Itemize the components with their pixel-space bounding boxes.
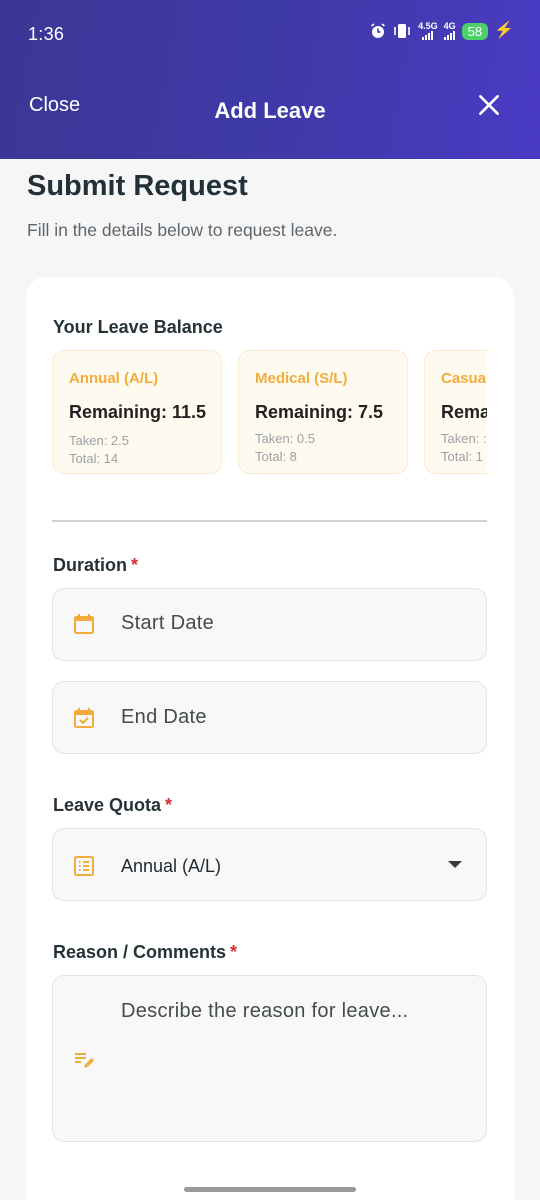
end-date-placeholder: End Date	[121, 706, 207, 728]
status-icons: 4.5G 4G 58 ⚡	[370, 22, 514, 40]
duration-label: Duration *	[53, 555, 138, 576]
close-icon[interactable]	[476, 92, 502, 118]
balance-card-medical[interactable]: Medical (S/L) Remaining: 7.5 Taken: 0.5 …	[238, 350, 408, 474]
leave-quota-value: Annual (A/L)	[121, 856, 222, 876]
balance-type: Annual (A/L)	[69, 370, 159, 387]
network-type-1: 4.5G	[418, 21, 438, 31]
balance-taken: Taken: 0.5	[255, 431, 315, 446]
leave-quota-label: Leave Quota *	[53, 795, 172, 816]
balance-card-annual[interactable]: Annual (A/L) Remaining: 11.5 Taken: 2.5 …	[52, 350, 222, 474]
start-date-placeholder: Start Date	[121, 612, 215, 634]
start-date-field[interactable]: Start Date	[52, 588, 487, 661]
end-date-field[interactable]: End Date	[52, 681, 487, 754]
required-marker: *	[165, 795, 173, 815]
signal-icon: 4.5G	[418, 22, 438, 40]
balance-card-casual[interactable]: Casua Rema Taken: : Total: 1	[424, 350, 487, 474]
required-marker: *	[230, 942, 238, 962]
network-type-2: 4G	[443, 21, 456, 31]
leave-balance-carousel[interactable]: Annual (A/L) Remaining: 11.5 Taken: 2.5 …	[52, 350, 487, 490]
reason-placeholder: Describe the reason for leave...	[121, 1000, 409, 1022]
dropdown-arrow-icon	[448, 861, 462, 868]
balance-remaining: Remaining: 7.5	[255, 402, 384, 422]
balance-total: Total: 14	[69, 451, 119, 466]
page-header-title: Add Leave	[214, 98, 326, 123]
duration-label-text: Duration	[53, 555, 127, 575]
balance-type: Medical (S/L)	[255, 370, 348, 387]
reason-label-text: Reason / Comments	[53, 942, 227, 962]
calendar-check-icon	[74, 708, 94, 728]
alarm-icon	[371, 23, 386, 38]
leave-balance-heading: Your Leave Balance	[53, 317, 223, 337]
home-indicator[interactable]	[184, 1187, 356, 1192]
battery-indicator: 58	[461, 22, 489, 40]
form-card: Your Leave Balance Annual (A/L) Remainin…	[26, 277, 514, 1200]
edit-notes-icon	[75, 1053, 94, 1068]
balance-total: Total: 8	[255, 449, 297, 464]
reason-textarea[interactable]: Describe the reason for leave...	[52, 975, 487, 1142]
balance-taken: Taken: :	[441, 431, 487, 446]
status-time: 1:36	[28, 24, 65, 44]
app-header: 1:36 4.5G 4G 58 ⚡ Close Add Leave	[0, 0, 540, 159]
balance-remaining: Rema	[441, 402, 487, 422]
balance-total: Total: 1	[441, 449, 483, 464]
page-subtitle: Fill in the details below to request lea…	[27, 220, 338, 240]
signal-icon-2: 4G	[444, 22, 456, 40]
list-icon	[74, 856, 94, 876]
balance-taken: Taken: 2.5	[69, 433, 129, 448]
charging-icon: ⚡	[494, 22, 514, 39]
required-marker: *	[131, 555, 139, 575]
divider	[52, 520, 487, 522]
calendar-icon	[74, 614, 94, 634]
vibrate-icon	[394, 24, 410, 38]
reason-label: Reason / Comments *	[53, 942, 237, 963]
page-title: Submit Request	[27, 170, 248, 202]
balance-type: Casua	[441, 370, 487, 387]
balance-remaining: Remaining: 11.5	[69, 402, 207, 422]
leave-quota-label-text: Leave Quota	[53, 795, 162, 815]
leave-quota-select[interactable]: Annual (A/L)	[52, 828, 487, 901]
